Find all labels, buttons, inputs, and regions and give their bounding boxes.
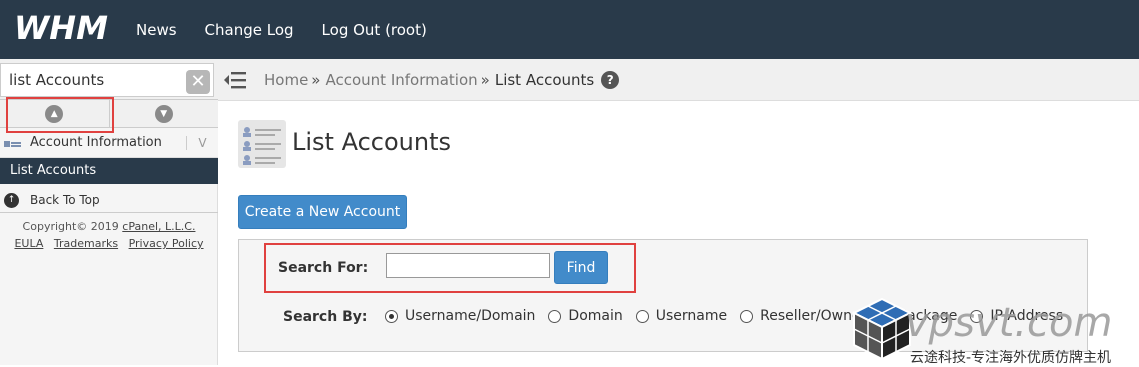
radio-label: Username — [655, 308, 728, 324]
copyright-text: Copyright© 2019 cPanel, L.L.C. — [0, 220, 218, 233]
page-title: List Accounts — [292, 128, 451, 156]
back-to-top-label: Back To Top — [30, 193, 100, 207]
sidebar-footer: Copyright© 2019 cPanel, L.L.C. EULA Trad… — [0, 212, 218, 260]
search-by-label: Search By: — [283, 309, 368, 325]
whm-logo[interactable]: WHM — [14, 12, 116, 46]
breadcrumb-current: List Accounts — [494, 70, 595, 89]
trademarks-link[interactable]: Trademarks — [54, 237, 118, 250]
menu-collapse-icon[interactable] — [223, 70, 247, 90]
top-nav: News Change Log Log Out (root) — [136, 0, 455, 59]
svg-text:WHM: WHM — [14, 12, 108, 44]
chevron-down-icon[interactable]: V — [186, 135, 218, 150]
privacy-policy-link[interactable]: Privacy Policy — [129, 237, 204, 250]
radio-label: Reseller/Owner — [760, 308, 867, 324]
radio-domain[interactable]: Domain — [548, 308, 623, 324]
scroll-down-button[interactable]: ▼ — [109, 100, 218, 127]
chevron-down-icon: ▼ — [154, 104, 173, 123]
watermark-text: vpsvt.com — [905, 300, 1113, 346]
breadcrumb-bar: Home » Account Information » List Accoun… — [218, 59, 1139, 101]
cpanel-link[interactable]: cPanel, L.L.C. — [122, 220, 195, 233]
radio-icon — [635, 309, 649, 323]
radio-username-domain[interactable]: Username/Domain — [385, 308, 535, 324]
highlight-box-list-accounts — [6, 97, 114, 133]
radio-selected-icon — [385, 309, 398, 323]
breadcrumb-separator: » — [480, 70, 490, 89]
eula-link[interactable]: EULA — [14, 237, 43, 250]
watermark-subtext: 云途科技-专注海外优质仿牌主机 — [910, 350, 1112, 366]
create-account-button[interactable]: Create a New Account — [238, 195, 407, 229]
nav-logout-link[interactable]: Log Out (root) — [322, 21, 427, 39]
arrow-up-icon: ↑ — [4, 192, 19, 208]
footer-links: EULA Trademarks Privacy Policy — [0, 237, 218, 250]
radio-username[interactable]: Username — [635, 308, 728, 324]
top-navbar: WHM News Change Log Log Out (root) — [0, 0, 1139, 59]
sidebar-item-list-accounts[interactable]: List Accounts — [0, 158, 218, 184]
breadcrumb: Home » Account Information » List Accoun… — [264, 70, 620, 89]
breadcrumb-account-information[interactable]: Account Information — [325, 71, 477, 89]
breadcrumb-separator: » — [311, 70, 321, 89]
nav-changelog-link[interactable]: Change Log — [205, 21, 294, 39]
find-button[interactable]: Find — [554, 251, 608, 284]
help-icon[interactable]: ? — [601, 70, 620, 89]
back-to-top-link[interactable]: ↑ Back To Top — [0, 189, 218, 211]
radio-icon — [740, 309, 754, 323]
nav-news-link[interactable]: News — [136, 21, 177, 39]
account-icon — [4, 140, 21, 147]
radio-label: Domain — [568, 308, 623, 324]
search-for-label: Search For: — [278, 260, 369, 276]
copyright-prefix: Copyright© 2019 — [22, 220, 123, 233]
list-accounts-icon — [238, 120, 286, 168]
sidebar-search: ✕ — [0, 59, 218, 100]
cube-logo-icon — [852, 297, 912, 361]
close-icon[interactable]: ✕ — [186, 70, 210, 94]
radio-reseller-owner[interactable]: Reseller/Owner — [740, 308, 866, 324]
sidebar-category-label: Account Information — [30, 135, 162, 150]
radio-icon — [548, 309, 562, 323]
breadcrumb-home[interactable]: Home — [264, 71, 308, 89]
radio-label: Username/Domain — [405, 308, 536, 324]
sidebar-search-input[interactable] — [0, 63, 214, 97]
account-search-input[interactable] — [386, 253, 550, 278]
